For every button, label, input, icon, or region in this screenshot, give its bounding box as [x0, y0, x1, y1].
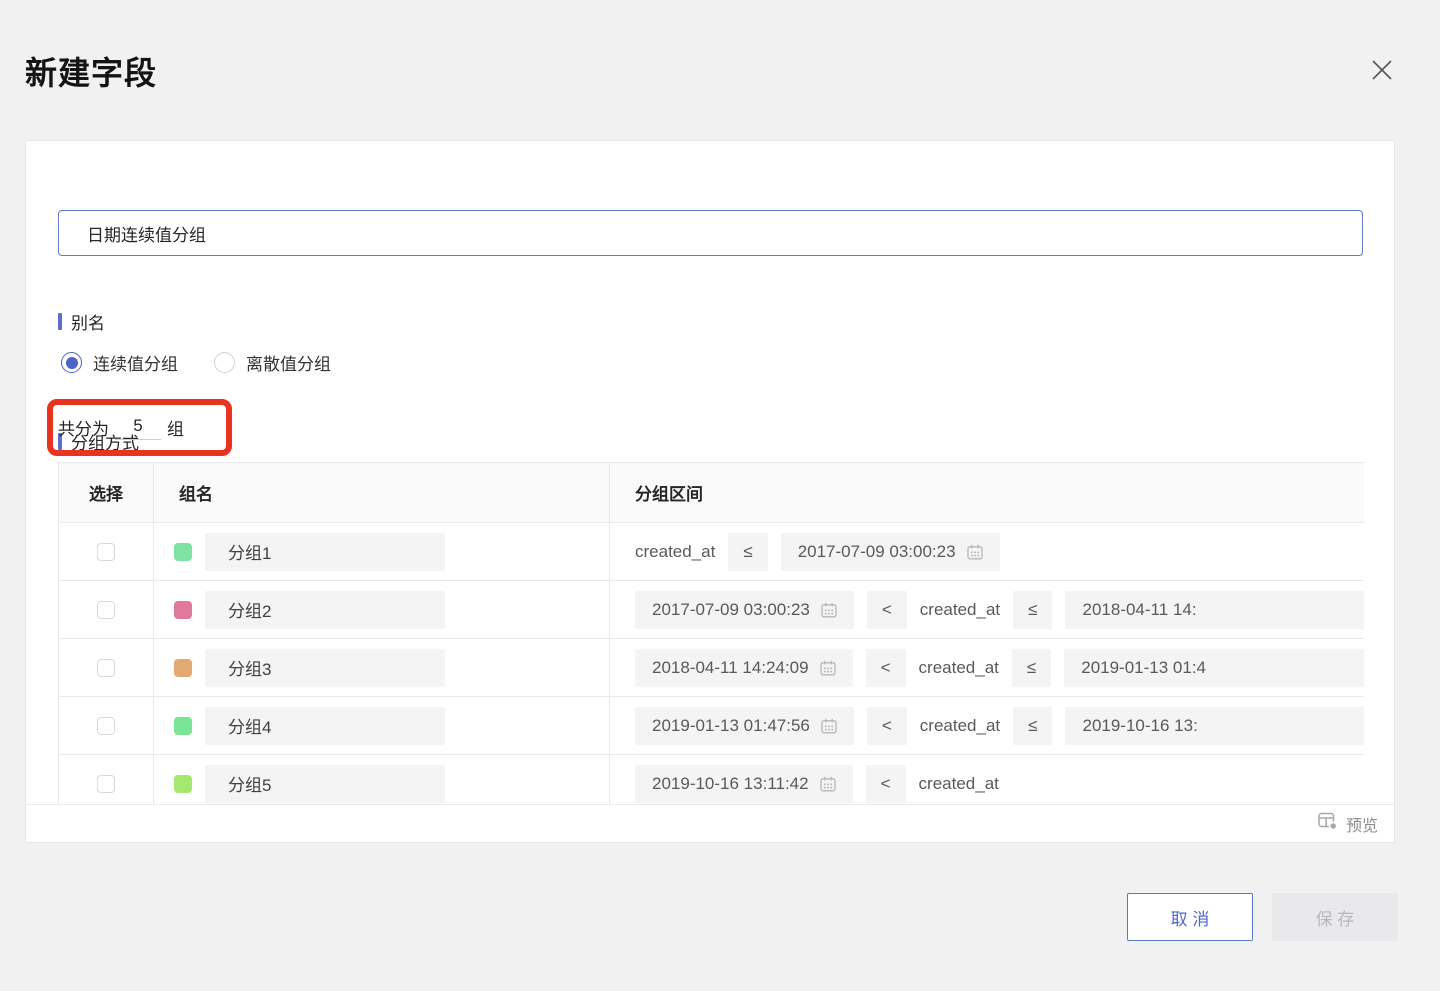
calendar-icon — [821, 602, 837, 618]
group-count-prefix: 共分为 — [58, 415, 109, 440]
group-name-value: 分组5 — [228, 771, 271, 796]
group-color-swatch[interactable] — [174, 659, 192, 677]
row-checkbox[interactable] — [97, 601, 115, 619]
group-count-input[interactable] — [115, 414, 161, 440]
table-row: 分组2 2017-07-09 03:00:23 < created_at ≤2018… — [59, 581, 1364, 639]
table-row: 分组4 2019-01-13 01:47:56 < created_at ≤2019… — [59, 697, 1364, 755]
date-picker-input[interactable]: 2019-10-16 13:11:42 — [635, 765, 853, 803]
interval-field-name: created_at — [919, 774, 999, 794]
table-row: 分组1 created_at ≤2017-07-09 03:00:23 — [59, 523, 1364, 581]
row-checkbox[interactable] — [97, 717, 115, 735]
radio-label: 离散值分组 — [246, 350, 331, 375]
calendar-icon — [820, 776, 836, 792]
group-name-input[interactable]: 分组5 — [205, 765, 445, 803]
preview-label: 预览 — [1346, 812, 1378, 836]
alias-label-text: 别名 — [71, 309, 105, 334]
group-name-input[interactable]: 分组1 — [205, 533, 445, 571]
interval-cell: created_at ≤2017-07-09 03:00:23 — [610, 523, 1364, 581]
interval-operator[interactable]: ≤ — [728, 533, 767, 571]
dialog-body-panel: 别名 分组方式 连续值分组 离散值分组 共分为 组 选择 — [25, 140, 1395, 843]
radio-icon[interactable] — [214, 352, 235, 373]
group-name-value: 分组1 — [228, 539, 271, 564]
radio-icon[interactable] — [61, 352, 82, 373]
group-color-swatch[interactable] — [174, 775, 192, 793]
interval-field-name: created_at — [919, 658, 999, 678]
table-body: 分组1 created_at ≤2017-07-09 03:00:23 分组2 2… — [59, 523, 1364, 806]
group-count-suffix: 组 — [167, 415, 184, 440]
group-name-input[interactable]: 分组2 — [205, 591, 445, 629]
interval-operator[interactable]: < — [866, 649, 906, 687]
radio-label: 连续值分组 — [93, 350, 178, 375]
date-picker-input[interactable]: 2017-07-09 03:00:23 — [635, 591, 854, 629]
interval-field-name: created_at — [920, 716, 1000, 736]
close-icon — [1369, 57, 1395, 88]
table-row: 分组3 2018-04-11 14:24:09 < created_at ≤2019… — [59, 639, 1364, 697]
date-picker-input[interactable]: 2019-10-16 13: — [1065, 707, 1364, 745]
alias-label: 别名 — [58, 309, 105, 334]
date-picker-input[interactable]: 2018-04-11 14: — [1065, 591, 1364, 629]
interval-operator[interactable]: < — [866, 765, 906, 803]
row-checkbox[interactable] — [97, 659, 115, 677]
date-picker-input[interactable]: 2019-01-13 01:47:56 — [635, 707, 854, 745]
grouping-radio-group: 连续值分组 离散值分组 — [61, 350, 367, 375]
interval-operator[interactable]: < — [867, 591, 907, 629]
date-picker-input[interactable]: 2017-07-09 03:00:23 — [781, 533, 1000, 571]
header-interval: 分组区间 — [610, 463, 1364, 523]
interval-field-name: created_at — [920, 600, 1000, 620]
interval-operator[interactable]: ≤ — [1013, 591, 1052, 629]
group-name-value: 分组2 — [228, 597, 271, 622]
cancel-button[interactable]: 取 消 — [1127, 893, 1253, 941]
dialog-title: 新建字段 — [25, 48, 157, 94]
group-count-row: 共分为 组 — [58, 414, 184, 440]
date-value: 2017-07-09 03:00:23 — [652, 600, 810, 620]
preview-table-icon — [1318, 812, 1338, 835]
preview-button[interactable]: 预览 — [26, 804, 1394, 842]
radio-continuous-grouping[interactable]: 连续值分组 — [61, 350, 178, 375]
close-button[interactable] — [1364, 54, 1400, 90]
group-name-value: 分组4 — [228, 713, 271, 738]
calendar-icon — [821, 718, 837, 734]
date-value: 2017-07-09 03:00:23 — [798, 542, 956, 562]
group-name-input[interactable]: 分组4 — [205, 707, 445, 745]
group-color-swatch[interactable] — [174, 543, 192, 561]
header-group-name: 组名 — [154, 463, 610, 523]
new-field-dialog: 新建字段 别名 分组方式 连续值分组 离散值分组 — [0, 0, 1440, 991]
interval-field-name: created_at — [635, 542, 715, 562]
interval-cell: 2017-07-09 03:00:23 < created_at ≤2018-04-… — [610, 581, 1364, 639]
calendar-icon — [820, 660, 836, 676]
header-select: 选择 — [59, 463, 154, 523]
date-value: 2019-01-13 01:47:56 — [652, 716, 810, 736]
group-name-input[interactable]: 分组3 — [205, 649, 445, 687]
date-value: 2019-10-16 13:11:42 — [652, 774, 809, 794]
label-accent-bar — [58, 313, 62, 330]
table-row: 分组5 2019-10-16 13:11:42 < created_at — [59, 755, 1364, 806]
alias-input[interactable] — [58, 210, 1363, 256]
calendar-icon — [967, 544, 983, 560]
interval-operator[interactable]: ≤ — [1012, 649, 1051, 687]
table-header-row: 选择 组名 分组区间 — [59, 463, 1364, 523]
interval-cell: 2019-01-13 01:47:56 < created_at ≤2019-10-… — [610, 697, 1364, 755]
interval-operator[interactable]: < — [867, 707, 907, 745]
row-checkbox[interactable] — [97, 543, 115, 561]
interval-cell: 2018-04-11 14:24:09 < created_at ≤2019-01-… — [610, 639, 1364, 697]
date-value: 2018-04-11 14:24:09 — [652, 658, 809, 678]
date-value: 2019-10-16 13: — [1082, 716, 1197, 736]
interval-operator[interactable]: ≤ — [1013, 707, 1052, 745]
groups-table: 选择 组名 分组区间 分组1 created_at ≤2017-07-09 03:… — [58, 462, 1364, 806]
group-color-swatch[interactable] — [174, 717, 192, 735]
group-color-swatch[interactable] — [174, 601, 192, 619]
row-checkbox[interactable] — [97, 775, 115, 793]
date-picker-input[interactable]: 2019-01-13 01:4 — [1064, 649, 1364, 687]
radio-discrete-grouping[interactable]: 离散值分组 — [214, 350, 331, 375]
date-value: 2018-04-11 14: — [1082, 600, 1196, 620]
group-name-value: 分组3 — [228, 655, 271, 680]
date-picker-input[interactable]: 2018-04-11 14:24:09 — [635, 649, 853, 687]
interval-cell: 2019-10-16 13:11:42 < created_at — [610, 755, 1364, 806]
save-button[interactable]: 保 存 — [1272, 893, 1398, 941]
date-value: 2019-01-13 01:4 — [1081, 658, 1206, 678]
